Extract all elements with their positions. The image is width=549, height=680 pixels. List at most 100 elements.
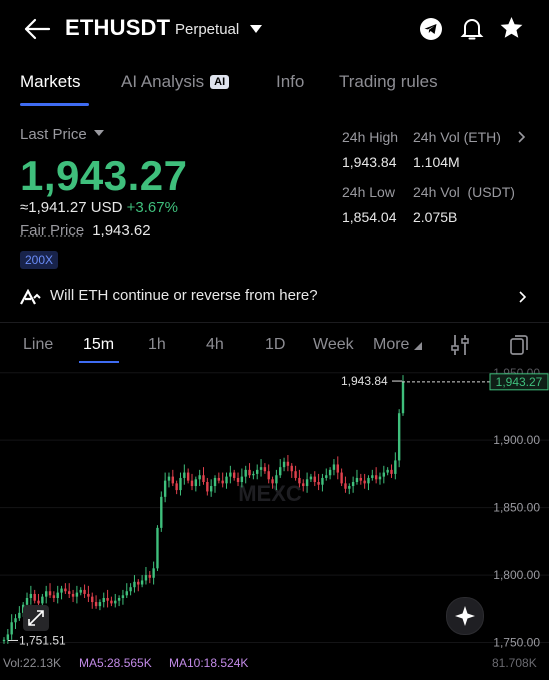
candle-body: [394, 460, 397, 474]
candle-body: [175, 483, 178, 491]
chevron-down-icon[interactable]: [250, 25, 262, 34]
approx-usd-value: ≈1,941.27 USD: [20, 199, 123, 216]
telegram-icon[interactable]: [419, 17, 443, 41]
candle-body: [240, 476, 244, 482]
candle-body: [144, 575, 148, 581]
candle-body: [302, 483, 305, 487]
interval-more[interactable]: More: [373, 336, 422, 354]
candle-body: [56, 592, 59, 598]
low-24h-value: 1,854.04: [342, 209, 397, 225]
candle-body: [2, 639, 6, 642]
candle-body: [382, 472, 386, 477]
ai-analysis-prompt[interactable]: Will ETH continue or reverse from here?: [50, 287, 318, 304]
candle-body: [71, 593, 75, 597]
copy-icon[interactable]: [510, 334, 528, 356]
approx-usd: ≈1,941.27 USD +3.67%: [20, 199, 178, 216]
candle-body: [25, 598, 29, 605]
interval-15m[interactable]: 15m: [83, 336, 114, 354]
symbol-title[interactable]: ETHUSDT: [65, 15, 170, 41]
candle-body: [117, 598, 121, 601]
candle-body: [29, 593, 33, 598]
sparkle-icon: [455, 606, 475, 626]
interval-4h[interactable]: 4h: [206, 336, 224, 354]
ma10-label: MA10:18.524K: [169, 656, 249, 670]
candle-body: [18, 612, 21, 619]
candle-body: [374, 475, 378, 480]
candle-body: [87, 593, 90, 597]
low-24h-label: 24h Low: [342, 184, 395, 200]
fair-price: Fair Price 1,943.62: [20, 222, 151, 239]
contract-type[interactable]: Perpetual: [175, 21, 239, 38]
candle-body: [179, 477, 182, 491]
candle-body: [348, 486, 351, 489]
candle-body: [271, 479, 274, 484]
candle-body: [133, 581, 136, 588]
candle-body: [229, 472, 232, 477]
current-price-tag: 1,943.27: [496, 375, 543, 389]
candle-body: [152, 568, 155, 578]
interval-week[interactable]: Week: [313, 336, 354, 354]
tab-info[interactable]: Info: [276, 72, 304, 92]
vol-eth-label: 24h Vol (ETH): [413, 129, 501, 145]
tab-markets[interactable]: Markets: [20, 72, 80, 92]
candle-body: [202, 475, 205, 482]
candle-body: [401, 381, 405, 414]
candle-body: [148, 575, 151, 578]
interval-line[interactable]: Line: [23, 336, 53, 354]
caret-icon: [413, 342, 422, 350]
tab-trading-rules[interactable]: Trading rules: [339, 72, 438, 92]
candle-body: [194, 479, 198, 487]
high-24h-label: 24h High: [342, 129, 399, 145]
chevron-right-icon[interactable]: [518, 131, 526, 143]
candle-body: [309, 476, 313, 480]
vol-eth-value: 1.104M: [413, 154, 460, 170]
candle-body: [256, 469, 259, 474]
candle-body: [114, 600, 117, 604]
interval-1h[interactable]: 1h: [148, 336, 166, 354]
bell-icon[interactable]: [460, 16, 484, 42]
chart-watermark: MEXC: [238, 481, 302, 506]
expand-icon: [28, 610, 44, 626]
last-price-label[interactable]: Last Price: [20, 126, 104, 143]
candle-body: [33, 593, 36, 601]
candle-body: [6, 634, 10, 640]
candle-body: [305, 479, 309, 487]
candle-body: [390, 469, 393, 474]
star-icon[interactable]: [499, 16, 524, 40]
candle-body: [68, 591, 71, 594]
fullscreen-button[interactable]: [23, 605, 49, 631]
last-price-label-text: Last Price: [20, 126, 87, 143]
back-arrow-icon[interactable]: [23, 17, 51, 41]
candle-body: [52, 595, 56, 598]
candle-body: [37, 600, 40, 604]
fair-price-value: 1,943.62: [92, 222, 151, 239]
candle-body: [156, 527, 159, 569]
candle-body: [267, 471, 270, 480]
candle-body: [102, 598, 105, 603]
drawing-tools-button[interactable]: [446, 597, 484, 635]
candle-body: [344, 483, 347, 489]
candle-body: [325, 475, 328, 478]
candle-body: [83, 589, 86, 594]
candle-body: [167, 476, 171, 481]
candle-body: [232, 472, 236, 478]
candle-body: [290, 465, 293, 472]
high-24h-value: 1,943.84: [342, 154, 397, 170]
candle-body: [313, 476, 316, 482]
y-tick-label: 1,900.00: [493, 433, 540, 447]
candle-body: [386, 469, 389, 473]
price-change-percent: +3.67%: [126, 199, 178, 216]
chart-high-label: 1,943.84: [341, 374, 388, 388]
tab-ai-analysis[interactable]: AI Analysis AI: [121, 72, 230, 92]
chevron-right-icon[interactable]: [519, 291, 527, 303]
interval-1d[interactable]: 1D: [265, 336, 285, 354]
candle-body: [321, 477, 324, 485]
candle-body: [110, 600, 113, 604]
candles: [2, 375, 405, 644]
fair-price-label[interactable]: Fair Price: [20, 222, 84, 239]
candle-body: [79, 589, 82, 593]
candle-body: [163, 480, 167, 497]
candle-body: [213, 477, 217, 487]
candle-body: [221, 480, 224, 484]
indicator-settings-icon[interactable]: [451, 334, 469, 356]
